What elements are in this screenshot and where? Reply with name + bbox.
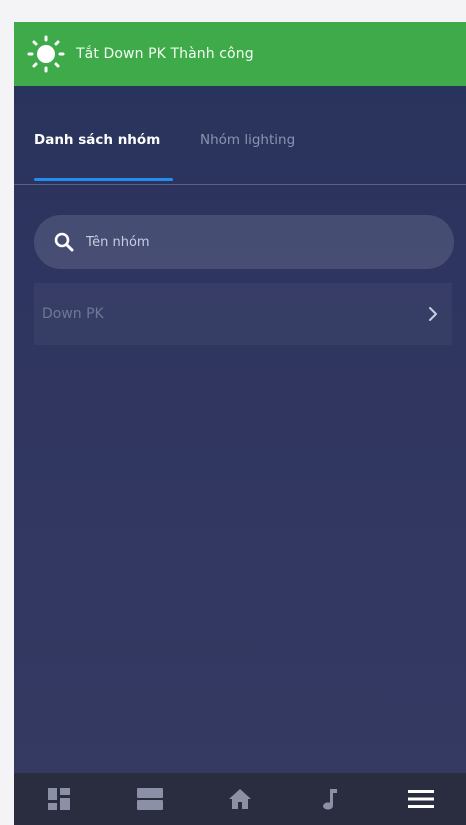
home-icon <box>228 789 251 809</box>
dashboard-icon <box>48 788 71 810</box>
rooms-icon <box>136 788 163 810</box>
nav-home[interactable] <box>210 773 270 825</box>
search-input[interactable] <box>84 233 418 251</box>
menu-icon <box>407 790 434 808</box>
tab-lighting-groups[interactable]: Nhóm lighting <box>200 132 295 148</box>
toast-message: Tắt Down PK Thành công <box>76 46 254 62</box>
active-tab-indicator <box>34 178 173 181</box>
nav-music[interactable] <box>300 773 360 825</box>
app-screen: Tắt Down PK Thành công Danh sách nhóm Nh… <box>14 22 466 825</box>
bottom-navigation <box>14 773 466 825</box>
music-icon <box>323 789 338 810</box>
nav-menu[interactable] <box>391 773 451 825</box>
search-icon <box>54 232 74 252</box>
sun-icon <box>26 34 66 74</box>
nav-rooms[interactable] <box>120 773 180 825</box>
group-name: Down PK <box>42 306 104 322</box>
success-toast: Tắt Down PK Thành công <box>14 22 466 86</box>
tab-group-list[interactable]: Danh sách nhóm <box>34 132 160 148</box>
group-item-down-pk[interactable]: Down PK <box>34 283 452 345</box>
nav-dashboard[interactable] <box>29 773 89 825</box>
tab-bar: Danh sách nhóm Nhóm lighting <box>14 86 466 185</box>
chevron-right-icon <box>429 307 437 321</box>
search-bar[interactable] <box>34 215 454 269</box>
